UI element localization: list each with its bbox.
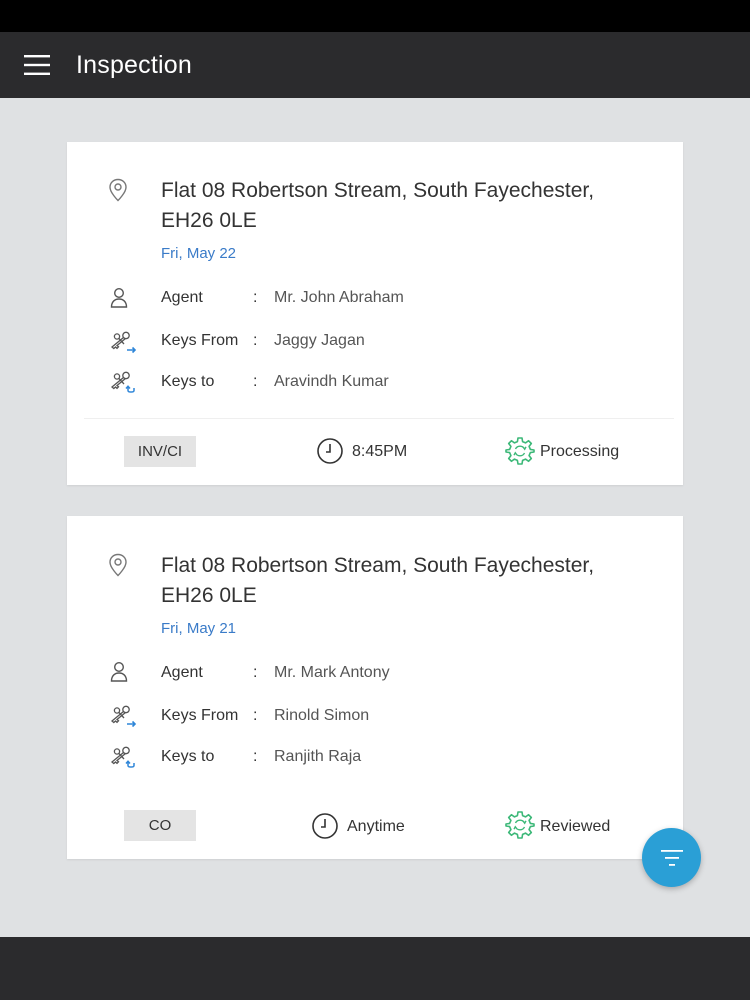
keys-from-label: Keys From (161, 332, 239, 349)
separator-colon: : (253, 332, 258, 349)
keys-to-value: Aravindh Kumar (274, 373, 389, 390)
inspection-address: Flat 08 Robertson Stream, South Fayeches… (161, 551, 641, 611)
address-line-2: EH26 0LE (161, 209, 257, 232)
keys-to-label: Keys to (161, 373, 215, 390)
keys-from-label: Keys From (161, 707, 239, 724)
keys-to-label: Keys to (161, 748, 215, 765)
separator-colon: : (253, 748, 258, 765)
clock-icon (312, 813, 338, 839)
separator-colon: : (253, 373, 258, 390)
separator-colon: : (253, 289, 258, 306)
keys-from-icon (110, 705, 137, 728)
keys-from-icon (110, 331, 137, 354)
inspection-date: Fri, May 21 (161, 620, 237, 637)
status-gear-icon (505, 811, 535, 839)
inspection-time: Anytime (347, 818, 405, 835)
filter-button[interactable] (642, 828, 701, 887)
inspection-address: Flat 08 Robertson Stream, South Fayeches… (161, 176, 641, 236)
agent-value: Mr. John Abraham (274, 289, 404, 306)
address-line-1: Flat 08 Robertson Stream, South Fayeches… (161, 554, 595, 577)
inspection-status: Processing (540, 443, 620, 460)
agent-label: Agent (161, 664, 203, 681)
card-divider (84, 418, 674, 419)
inspection-status: Reviewed (540, 818, 611, 835)
status-bar (0, 0, 750, 32)
keys-to-icon (110, 371, 135, 393)
inspection-type-badge: INV/CI (124, 436, 196, 467)
menu-button[interactable] (20, 50, 54, 80)
agent-label: Agent (161, 289, 203, 306)
page-title: Inspection (76, 51, 192, 79)
location-pin-icon (109, 178, 127, 202)
bottom-navigation-bar (0, 937, 750, 1000)
address-line-2: EH26 0LE (161, 584, 257, 607)
clock-icon (317, 438, 343, 464)
status-gear-icon (505, 437, 535, 465)
agent-value: Mr. Mark Antony (274, 664, 390, 681)
keys-from-value: Jaggy Jagan (274, 332, 365, 349)
person-icon (110, 287, 128, 308)
inspection-time: 8:45PM (352, 443, 408, 460)
keys-to-icon (110, 746, 135, 768)
filter-icon (660, 849, 683, 866)
app-bar: Inspection (0, 32, 750, 98)
location-pin-icon (109, 553, 127, 577)
separator-colon: : (253, 707, 258, 724)
keys-to-value: Ranjith Raja (274, 748, 362, 765)
person-icon (110, 661, 128, 682)
inspection-type-badge: CO (124, 810, 196, 841)
inspection-date: Fri, May 22 (161, 245, 237, 262)
keys-from-value: Rinold Simon (274, 707, 370, 724)
address-line-1: Flat 08 Robertson Stream, South Fayeches… (161, 179, 595, 202)
separator-colon: : (253, 664, 258, 681)
menu-icon (24, 55, 50, 75)
